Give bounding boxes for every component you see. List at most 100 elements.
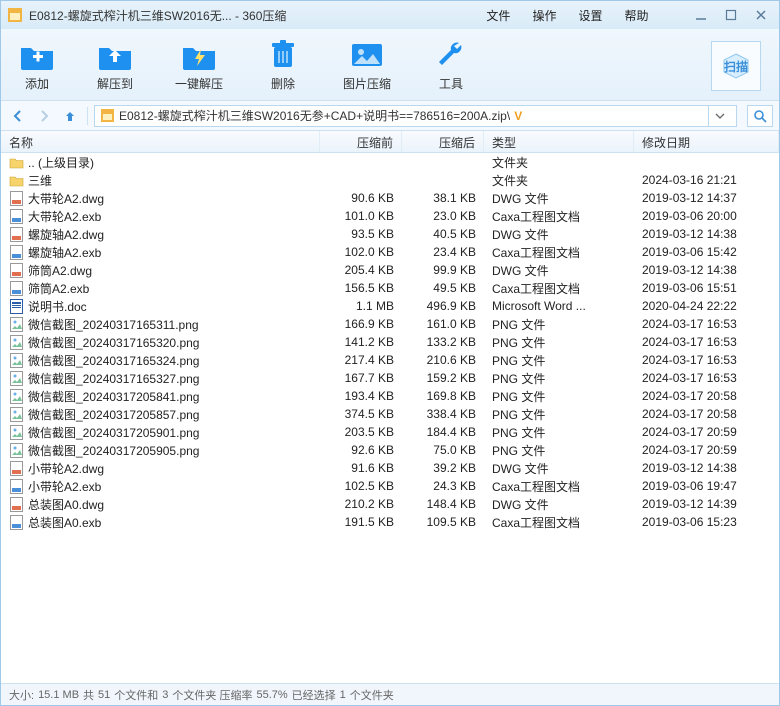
file-row[interactable]: 微信截图_20240317205905.png92.6 KB75.0 KBPNG… <box>1 441 779 459</box>
file-size-after: 133.2 KB <box>402 335 484 349</box>
file-row[interactable]: 三维文件夹2024-03-16 21:21 <box>1 171 779 189</box>
file-type: DWG 文件 <box>484 460 634 477</box>
scan-label: 扫描 <box>724 58 748 75</box>
file-row[interactable]: 微信截图_20240317165327.png167.7 KB159.2 KBP… <box>1 369 779 387</box>
file-row[interactable]: 大带轮A2.exb101.0 KB23.0 KBCaxa工程图文档2019-03… <box>1 207 779 225</box>
file-size-after: 99.9 KB <box>402 263 484 277</box>
file-type: PNG 文件 <box>484 352 634 369</box>
file-list[interactable]: .. (上级目录)文件夹三维文件夹2024-03-16 21:21大带轮A2.d… <box>1 153 779 683</box>
file-row[interactable]: 微信截图_20240317165324.png217.4 KB210.6 KBP… <box>1 351 779 369</box>
tools-button[interactable]: 工具 <box>433 37 469 92</box>
file-row[interactable]: 筛筒A2.dwg205.4 KB99.9 KBDWG 文件2019-03-12 … <box>1 261 779 279</box>
extract-to-button[interactable]: 解压到 <box>97 37 133 92</box>
oneclick-label: 一键解压 <box>175 75 223 92</box>
file-name: 微信截图_20240317165311.png <box>28 316 199 333</box>
nav-back-button[interactable] <box>7 105 29 127</box>
status-dircount: 3 <box>162 689 168 701</box>
extract-label: 解压到 <box>97 75 133 92</box>
file-type: PNG 文件 <box>484 316 634 333</box>
menu-operate[interactable]: 操作 <box>532 7 556 24</box>
file-row[interactable]: 筛筒A2.exb156.5 KB49.5 KBCaxa工程图文档2019-03-… <box>1 279 779 297</box>
path-dropdown-button[interactable] <box>708 105 730 127</box>
file-row[interactable]: 微信截图_20240317205841.png193.4 KB169.8 KBP… <box>1 387 779 405</box>
file-size-after: 38.1 KB <box>402 191 484 205</box>
file-row[interactable]: 小带轮A2.dwg91.6 KB39.2 KBDWG 文件2019-03-12 … <box>1 459 779 477</box>
file-row[interactable]: 总装图A0.dwg210.2 KB148.4 KBDWG 文件2019-03-1… <box>1 495 779 513</box>
close-button[interactable] <box>749 6 773 24</box>
file-size-before: 102.0 KB <box>320 245 402 259</box>
col-size-before[interactable]: 压缩前 <box>320 131 402 152</box>
col-size-after[interactable]: 压缩后 <box>402 131 484 152</box>
minimize-button[interactable] <box>689 6 713 24</box>
file-size-after: 75.0 KB <box>402 443 484 457</box>
col-date[interactable]: 修改日期 <box>634 131 779 152</box>
menu-settings[interactable]: 设置 <box>578 7 602 24</box>
vip-badge-icon: V <box>514 109 522 123</box>
file-row[interactable]: 螺旋轴A2.dwg93.5 KB40.5 KBDWG 文件2019-03-12 … <box>1 225 779 243</box>
file-name: 大带轮A2.exb <box>28 208 101 225</box>
file-date: 2024-03-17 20:59 <box>634 443 779 457</box>
delete-button[interactable]: 删除 <box>265 37 301 92</box>
file-icon <box>9 299 24 314</box>
image-compress-button[interactable]: 图片压缩 <box>343 37 391 92</box>
file-row[interactable]: 微信截图_20240317205857.png374.5 KB338.4 KBP… <box>1 405 779 423</box>
file-row[interactable]: 微信截图_20240317165320.png141.2 KB133.2 KBP… <box>1 333 779 351</box>
file-size-before: 167.7 KB <box>320 371 402 385</box>
nav-up-button[interactable] <box>59 105 81 127</box>
file-name: 总装图A0.dwg <box>28 496 104 513</box>
file-row[interactable]: 说明书.doc1.1 MB496.9 KBMicrosoft Word ...2… <box>1 297 779 315</box>
add-label: 添加 <box>25 75 49 92</box>
menu-bar: 文件 操作 设置 帮助 <box>486 7 648 24</box>
nav-forward-button[interactable] <box>33 105 55 127</box>
menu-file[interactable]: 文件 <box>486 7 510 24</box>
file-size-after: 23.4 KB <box>402 245 484 259</box>
file-name: 微信截图_20240317165327.png <box>28 370 199 387</box>
file-size-after: 184.4 KB <box>402 425 484 439</box>
file-date: 2024-03-17 16:53 <box>634 371 779 385</box>
file-icon <box>9 371 24 386</box>
file-type: Microsoft Word ... <box>484 299 634 313</box>
file-size-after: 169.8 KB <box>402 389 484 403</box>
file-size-after: 159.2 KB <box>402 371 484 385</box>
menu-help[interactable]: 帮助 <box>624 7 648 24</box>
search-button[interactable] <box>747 105 773 127</box>
add-button[interactable]: 添加 <box>19 37 55 92</box>
col-type[interactable]: 类型 <box>484 131 634 152</box>
file-row[interactable]: 总装图A0.exb191.5 KB109.5 KBCaxa工程图文档2019-0… <box>1 513 779 531</box>
file-row[interactable]: 微信截图_20240317165311.png166.9 KB161.0 KBP… <box>1 315 779 333</box>
file-name: 微信截图_20240317205857.png <box>28 406 199 423</box>
file-type: Caxa工程图文档 <box>484 280 634 297</box>
file-date: 2024-03-17 16:53 <box>634 353 779 367</box>
file-date: 2019-03-06 19:47 <box>634 479 779 493</box>
one-click-extract-button[interactable]: 一键解压 <box>175 37 223 92</box>
file-type: Caxa工程图文档 <box>484 244 634 261</box>
file-size-before: 166.9 KB <box>320 317 402 331</box>
file-name: 微信截图_20240317165320.png <box>28 334 199 351</box>
file-type: DWG 文件 <box>484 226 634 243</box>
file-row[interactable]: .. (上级目录)文件夹 <box>1 153 779 171</box>
file-size-before: 191.5 KB <box>320 515 402 529</box>
maximize-button[interactable] <box>719 6 743 24</box>
status-bar: 大小: 15.1 MB 共 51 个文件和 3 个文件夹 压缩率 55.7% 已… <box>1 683 779 705</box>
file-icon <box>9 245 24 260</box>
file-type: Caxa工程图文档 <box>484 514 634 531</box>
file-date: 2024-03-17 20:58 <box>634 407 779 421</box>
file-row[interactable]: 小带轮A2.exb102.5 KB24.3 KBCaxa工程图文档2019-03… <box>1 477 779 495</box>
add-icon <box>19 37 55 73</box>
file-size-before: 90.6 KB <box>320 191 402 205</box>
path-field[interactable]: E0812-螺旋式榨汁机三维SW2016无参+CAD+说明书==786516=2… <box>94 105 737 127</box>
image-icon <box>349 37 385 73</box>
file-row[interactable]: 螺旋轴A2.exb102.0 KB23.4 KBCaxa工程图文档2019-03… <box>1 243 779 261</box>
scan-button[interactable]: 扫描 <box>711 41 761 91</box>
file-row[interactable]: 大带轮A2.dwg90.6 KB38.1 KBDWG 文件2019-03-12 … <box>1 189 779 207</box>
file-date: 2024-03-16 21:21 <box>634 173 779 187</box>
file-date: 2019-03-06 15:42 <box>634 245 779 259</box>
status-size: 15.1 MB <box>38 689 79 701</box>
file-size-before: 217.4 KB <box>320 353 402 367</box>
file-row[interactable]: 微信截图_20240317205901.png203.5 KB184.4 KBP… <box>1 423 779 441</box>
file-date: 2019-03-06 15:51 <box>634 281 779 295</box>
col-name[interactable]: 名称 <box>1 131 320 152</box>
file-icon <box>9 281 24 296</box>
file-size-after: 338.4 KB <box>402 407 484 421</box>
delete-label: 删除 <box>271 75 295 92</box>
